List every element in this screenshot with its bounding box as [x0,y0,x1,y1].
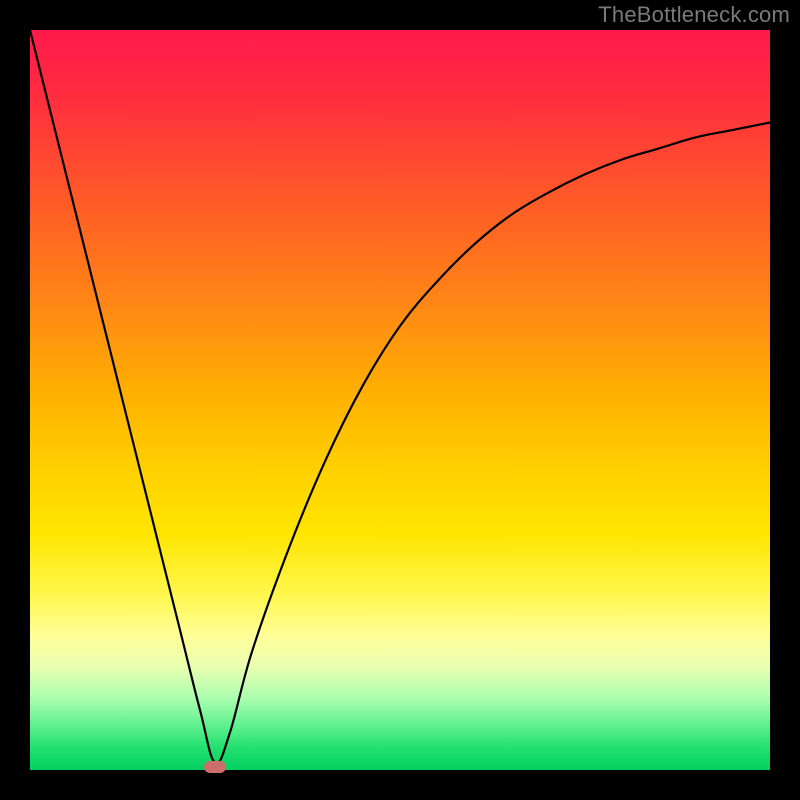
bottleneck-curve [30,30,770,763]
watermark-text: TheBottleneck.com [598,2,790,28]
plot-area [30,30,770,770]
curve-svg [30,30,770,770]
chart-frame: TheBottleneck.com [0,0,800,800]
optimal-point-marker [204,761,226,773]
